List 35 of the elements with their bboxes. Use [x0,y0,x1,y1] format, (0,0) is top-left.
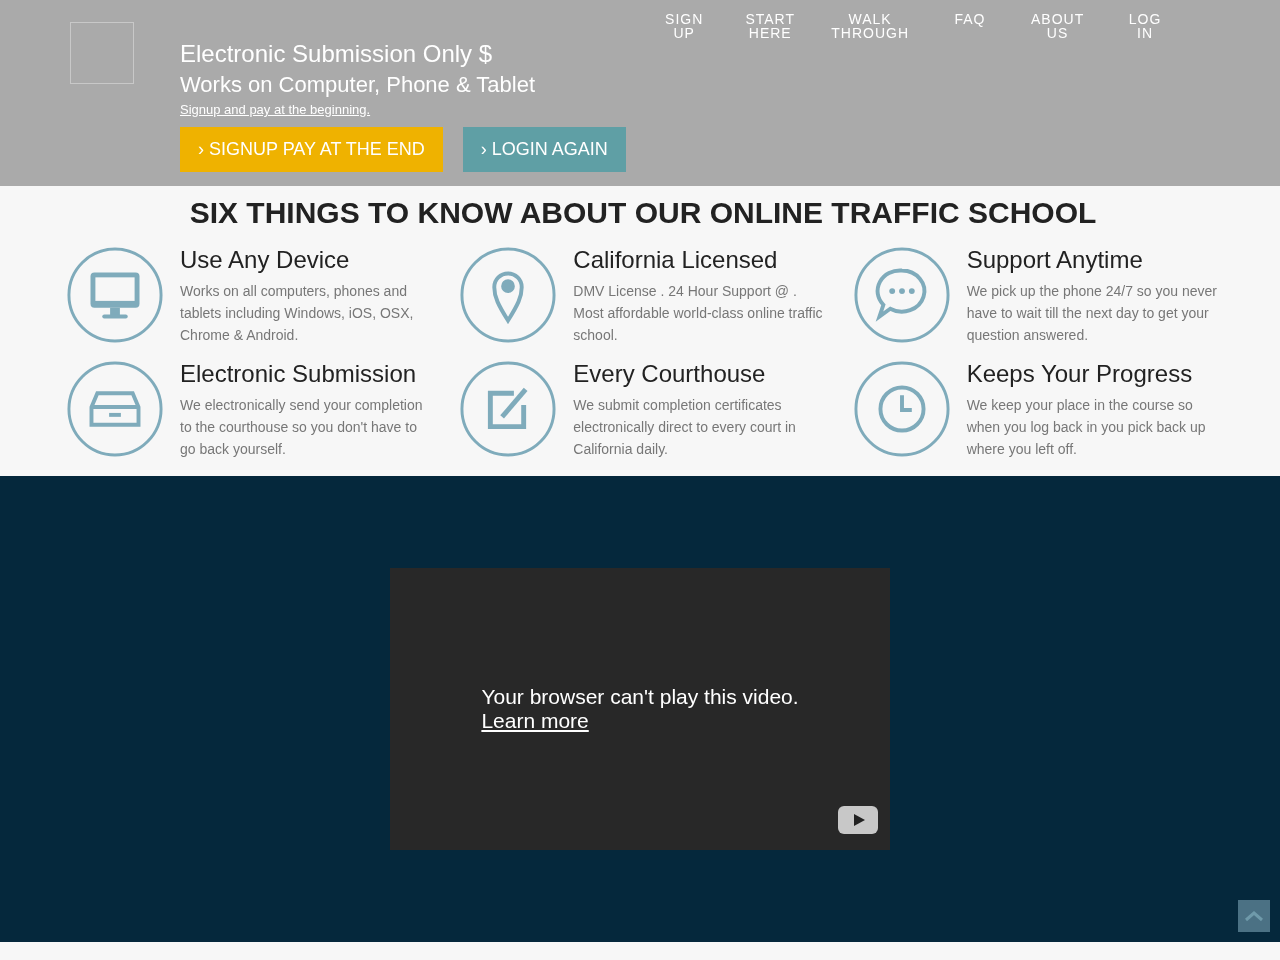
signup-link[interactable]: Signup and pay at the beginning. [180,102,1210,117]
edit-icon [459,360,558,458]
chevron-up-icon [1244,910,1264,922]
monitor-icon [66,246,164,344]
inbox-tray-icon [66,360,164,458]
nav-link[interactable]: START HERE [745,12,796,40]
logo-placeholder [70,22,134,84]
clock-icon [852,360,951,458]
feature-description: We keep your place in the course so when you log back in you pick back up where you left off. [966,396,1207,459]
feature-description: DMV License . 24 Hour Support @ . Most affordable world-class online traffic school. [573,282,824,345]
feature-title: Use Any Device [180,246,351,274]
nav-link[interactable]: SIGN UP [659,12,710,40]
nav-link[interactable]: FAQ [945,12,995,40]
nav-link[interactable]: WALK THROUGH [831,12,909,40]
feature-title: Every Courthouse [573,360,767,388]
feature-title: Electronic Submission [180,360,418,388]
nav-link[interactable]: ABOUT US [1031,12,1084,40]
map-pin-icon [459,246,558,344]
feature-description: We pick up the phone 24/7 so you never have to wait till the next day to get your question answered. [966,282,1218,345]
nav-link[interactable]: LOG IN [1120,12,1170,40]
feature-description: We submit completion certificates electronically direct to every court in California daily. [573,396,797,459]
hero-subtitle: Works on Computer, Phone & Tablet [180,72,537,98]
signup-button[interactable]: › SIGNUP PAY AT THE END [180,127,443,172]
learn-more-link[interactable]: Learn more [481,709,799,733]
hero-title: Electronic Submission Only $ [180,40,494,68]
video-error-message: Your browser can't play this video. [481,685,799,709]
feature-title: Support Anytime [966,246,1144,274]
feature-title: California Licensed [573,246,779,274]
login-button[interactable]: › LOGIN AGAIN [462,127,626,172]
feature-title: Keeps Your Progress [966,360,1194,388]
section-heading: SIX THINGS TO KNOW ABOUT OUR ONLINE TRAFFIC SCHOOL [188,196,1098,230]
feature-description: Works on all computers, phones and tablets including Windows, iOS, OSX, Chrome & Android. [180,282,415,345]
play-icon[interactable] [838,806,878,834]
chat-bubble-icon [852,246,951,344]
feature-description: We electronically send your completion to the courthouse so you don't have to go back yourself. [180,396,424,459]
